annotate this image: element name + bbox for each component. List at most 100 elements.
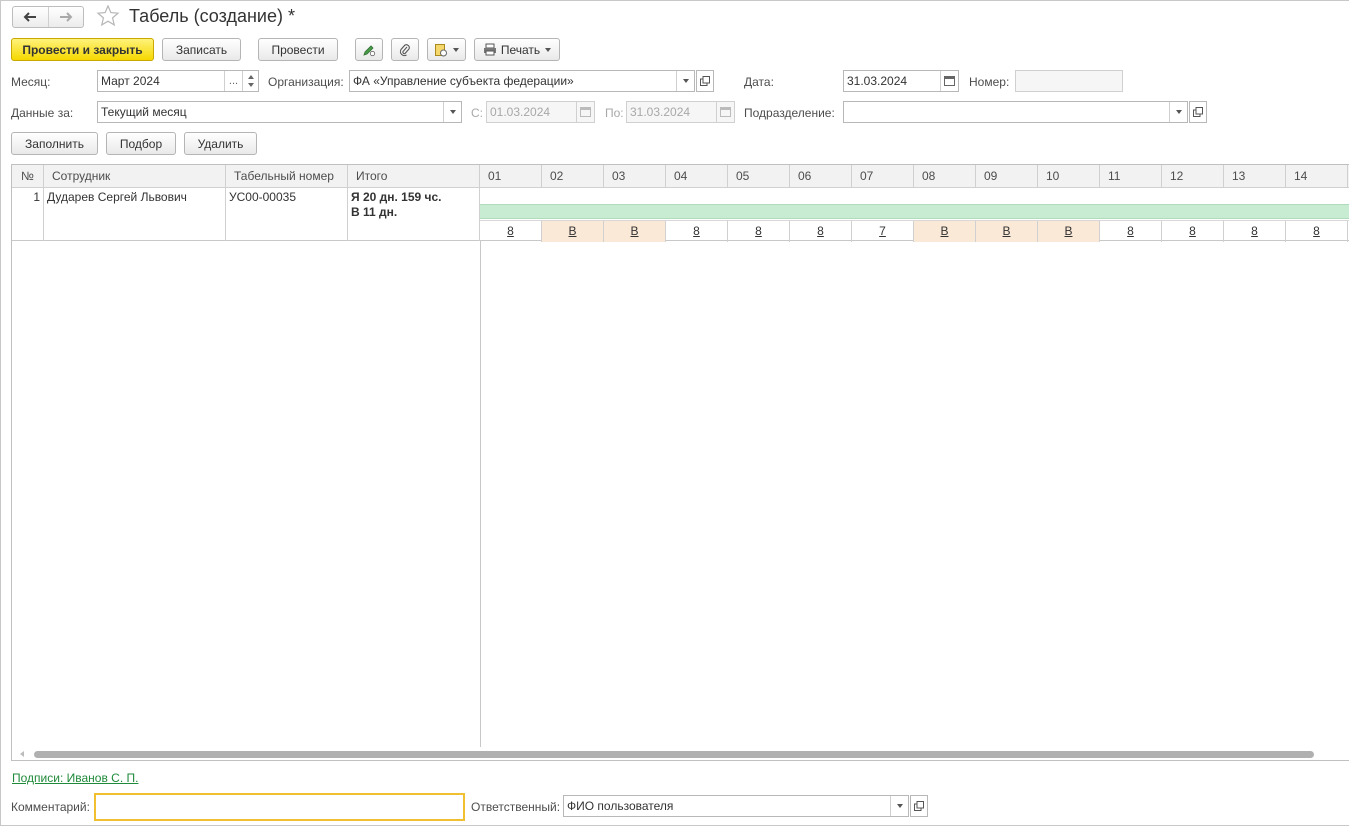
chevron-down-icon: [1175, 110, 1182, 114]
day-mark-cell[interactable]: 8: [1100, 221, 1162, 242]
date-value: 31.03.2024: [847, 74, 908, 88]
column-header-day[interactable]: 11: [1100, 165, 1162, 188]
data-for-label: Данные за:: [11, 106, 74, 120]
scrollbar-thumb[interactable]: [34, 751, 1314, 758]
day-mark-cell[interactable]: 8: [1162, 221, 1224, 242]
day-mark-cell[interactable]: 8: [728, 221, 790, 242]
table-row[interactable]: 1 Дударев Сергей Львович УС00-00035 Я 20…: [12, 188, 1349, 242]
day-mark-cell[interactable]: 8: [1224, 221, 1286, 242]
day-mark-cell[interactable]: В: [542, 221, 604, 242]
column-header-day[interactable]: 06: [790, 165, 852, 188]
stepper-up-icon: [247, 75, 254, 79]
division-open-button[interactable]: [1189, 101, 1207, 123]
day-mark-cell[interactable]: 8: [790, 221, 852, 242]
from-calendar-button[interactable]: [576, 102, 594, 122]
post-button[interactable]: Провести: [258, 38, 338, 61]
data-for-value: Текущий месяц: [101, 105, 187, 119]
number-field[interactable]: [1015, 70, 1123, 92]
number-label: Номер:: [969, 75, 1010, 89]
responsible-field[interactable]: ФИО пользователя: [563, 795, 909, 817]
to-date-field[interactable]: 31.03.2024: [626, 101, 735, 123]
forward-arrow-icon: [59, 12, 73, 22]
fill-button[interactable]: Заполнить: [11, 132, 98, 155]
printer-icon: [483, 43, 496, 56]
favorite-star-icon[interactable]: [96, 4, 120, 28]
row-number: 1: [12, 188, 44, 241]
post-and-close-button[interactable]: Провести и закрыть: [11, 38, 154, 61]
column-divider: [480, 241, 481, 747]
signatures-link[interactable]: Подписи: Иванов С. П.: [12, 771, 138, 785]
comment-label: Комментарий:: [11, 800, 90, 814]
column-header-day[interactable]: 09: [976, 165, 1038, 188]
print-menu-button[interactable]: Печать: [474, 38, 560, 61]
day-mark-cell[interactable]: В: [914, 221, 976, 242]
column-header-day[interactable]: 14: [1286, 165, 1348, 188]
column-header-day[interactable]: 07: [852, 165, 914, 188]
day-mark-cell[interactable]: 8: [1286, 221, 1348, 242]
column-header-day[interactable]: 03: [604, 165, 666, 188]
day-mark-cell[interactable]: 8: [666, 221, 728, 242]
scroll-left-icon[interactable]: [20, 751, 24, 757]
column-header-day[interactable]: 01: [480, 165, 542, 188]
day-mark-cell[interactable]: 8: [480, 221, 542, 242]
tab-number-cell[interactable]: УС00-00035: [226, 188, 348, 241]
column-header-day[interactable]: 13: [1224, 165, 1286, 188]
open-form-icon: [700, 76, 710, 86]
column-header-day[interactable]: 12: [1162, 165, 1224, 188]
month-select-button[interactable]: ...: [224, 71, 242, 91]
date-calendar-button[interactable]: [940, 71, 958, 91]
column-header-day[interactable]: 10: [1038, 165, 1100, 188]
create-based-on-button[interactable]: [427, 38, 466, 61]
attachments-button[interactable]: [391, 38, 419, 61]
division-dropdown-button[interactable]: [1169, 102, 1187, 122]
month-stepper[interactable]: [242, 71, 258, 91]
organization-field[interactable]: ФА «Управление субъекта федерации»: [349, 70, 695, 92]
column-header-day[interactable]: 04: [666, 165, 728, 188]
chevron-down-icon: [896, 804, 903, 808]
day-mark-cell[interactable]: 7: [852, 221, 914, 242]
to-calendar-button[interactable]: [716, 102, 734, 122]
open-form-icon: [1193, 107, 1203, 117]
organization-label: Организация:: [268, 75, 344, 89]
back-button[interactable]: [13, 7, 48, 27]
day-mark-cell[interactable]: В: [604, 221, 666, 242]
table-header: № Сотрудник Табельный номер Итого 01 02 03…: [12, 165, 1349, 188]
month-field[interactable]: Март 2024 ...: [97, 70, 259, 92]
page-title: Табель (создание) *: [129, 6, 295, 26]
to-date-value: 31.03.2024: [630, 105, 691, 119]
responsible-open-button[interactable]: [910, 795, 928, 817]
comment-input[interactable]: [94, 793, 465, 821]
month-value: Март 2024: [101, 74, 160, 88]
edit-button[interactable]: [355, 38, 383, 61]
day-mark-cell[interactable]: В: [976, 221, 1038, 242]
column-header-day[interactable]: 02: [542, 165, 604, 188]
responsible-dropdown-button[interactable]: [890, 796, 908, 816]
paperclip-icon: [399, 43, 410, 56]
save-button[interactable]: Записать: [162, 38, 241, 61]
column-header-day[interactable]: 05: [728, 165, 790, 188]
horizontal-scrollbar[interactable]: [12, 747, 1349, 760]
column-header-number[interactable]: №: [12, 165, 44, 188]
print-label: Печать: [500, 42, 541, 57]
data-for-dropdown-button[interactable]: [443, 102, 461, 122]
calendar-icon: [580, 107, 591, 117]
column-header-day[interactable]: 08: [914, 165, 976, 188]
to-label: По:: [605, 106, 624, 120]
delete-button[interactable]: Удалить: [184, 132, 257, 155]
day-mark-cell[interactable]: В: [1038, 221, 1100, 242]
date-field[interactable]: 31.03.2024: [843, 70, 959, 92]
organization-value: ФА «Управление субъекта федерации»: [353, 74, 574, 88]
date-label: Дата:: [744, 75, 774, 89]
schedule-bar: [480, 204, 1349, 219]
division-field[interactable]: [843, 101, 1188, 123]
from-date-field[interactable]: 01.03.2024: [486, 101, 595, 123]
employee-cell[interactable]: Дударев Сергей Львович: [44, 188, 226, 241]
select-button[interactable]: Подбор: [106, 132, 176, 155]
column-header-employee[interactable]: Сотрудник: [44, 165, 226, 188]
forward-button[interactable]: [47, 7, 84, 27]
organization-open-button[interactable]: [696, 70, 714, 92]
column-header-tab-number[interactable]: Табельный номер: [226, 165, 348, 188]
data-for-field[interactable]: Текущий месяц: [97, 101, 462, 123]
organization-dropdown-button[interactable]: [676, 71, 694, 91]
column-header-total[interactable]: Итого: [348, 165, 480, 188]
